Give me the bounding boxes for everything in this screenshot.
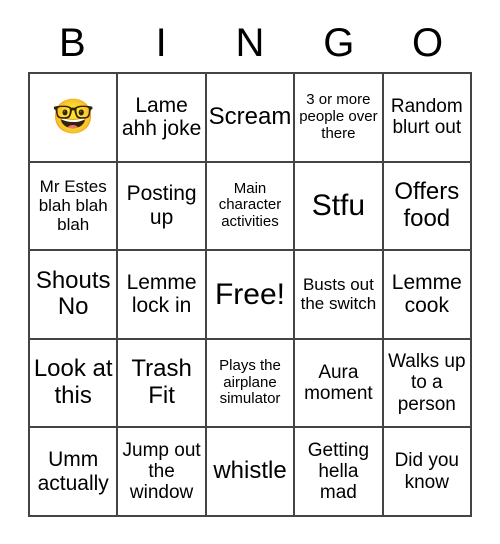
bingo-cell-label: Main character activities (218, 179, 282, 231)
bingo-cell[interactable]: Getting hella mad (295, 428, 384, 517)
bingo-cell[interactable]: Scream (206, 74, 296, 163)
bingo-free-cell[interactable]: Free! (206, 251, 296, 340)
bingo-cell[interactable]: Offers food (383, 162, 472, 252)
bingo-cell[interactable]: 3 or more people over there (295, 74, 384, 163)
bingo-cell-label: Jump out the window (122, 439, 201, 504)
bingo-cell[interactable]: Main character activities (206, 162, 296, 252)
bingo-cell-label: Did you know (394, 450, 459, 493)
bingo-cell[interactable]: Walks up to a person (383, 339, 472, 429)
bingo-header-letter-n: N (235, 21, 265, 65)
bingo-cell-label: Plays the airplane simulator (219, 356, 281, 408)
bingo-cell-label: Lame ahh joke (121, 93, 202, 141)
bingo-cell[interactable]: Umm actually (30, 428, 119, 517)
bingo-cell[interactable]: Did you know (383, 428, 472, 517)
bingo-cell[interactable]: Lame ahh joke (118, 74, 207, 163)
bingo-header-letter-b: B (59, 21, 86, 65)
bingo-cell[interactable]: Plays the airplane simulator (206, 339, 296, 429)
bingo-cell-label: Random blurt out (390, 96, 463, 139)
bingo-cell[interactable]: Aura moment (295, 339, 384, 429)
bingo-cell[interactable]: Trash Fit (118, 339, 207, 429)
bingo-card: B I N G O 🤓 Lame ahh joke Scream 3 or more peop… (28, 14, 472, 517)
bingo-cell-label: Shouts No (35, 266, 111, 321)
bingo-cell[interactable]: Jump out the window (118, 428, 207, 517)
nerd-face-emoji[interactable]: 🤓 (30, 74, 119, 163)
bingo-cell-label: whistle (213, 457, 287, 485)
bingo-cell[interactable]: Lemme cook (383, 251, 472, 340)
bingo-cell-label: Stfu (311, 189, 366, 223)
bingo-cell-label: Look at this (33, 355, 113, 410)
bingo-cell[interactable]: Mr Estes blah blah blah (30, 162, 119, 252)
bingo-cell[interactable]: Lemme lock in (118, 251, 207, 340)
bingo-grid: 🤓 Lame ahh joke Scream 3 or more people ove… (28, 72, 472, 517)
bingo-cell[interactable]: Busts out the switch (295, 251, 384, 340)
bingo-header-letter-i: I (155, 21, 167, 65)
bingo-cell-label: Scream (208, 102, 292, 130)
bingo-cell[interactable]: Shouts No (30, 251, 119, 340)
bingo-header-letter-o: O (412, 21, 444, 65)
bingo-cell[interactable]: Look at this (30, 339, 119, 429)
bingo-cell-label: Lemme lock in (126, 270, 197, 318)
bingo-cell-label: Busts out the switch (300, 275, 377, 314)
bingo-cell-label: Aura moment (304, 361, 373, 405)
bingo-cell-label: Umm actually (37, 448, 109, 495)
bingo-cell-label: Trash Fit (131, 355, 192, 410)
bingo-cell[interactable]: Random blurt out (383, 74, 472, 163)
bingo-cell[interactable]: Posting up (118, 162, 207, 252)
bingo-cell-label: Walks up to a person (388, 351, 466, 415)
bingo-cell-label: Offers food (394, 178, 460, 232)
bingo-cell-label: Posting up (126, 182, 197, 229)
bingo-header: BINGO (28, 14, 472, 72)
bingo-cell-label: Lemme cook (391, 270, 462, 318)
bingo-cell-label: Getting hella mad (307, 439, 370, 504)
bingo-cell-label: Mr Estes blah blah blah (38, 177, 108, 235)
bingo-cell-label: Free! (214, 277, 285, 311)
bingo-header-letter-g: G (323, 21, 355, 65)
bingo-cell[interactable]: Stfu (295, 162, 384, 252)
bingo-cell[interactable]: whistle (206, 428, 296, 517)
nerd-face-icon: 🤓 (52, 98, 95, 137)
bingo-cell-label: 3 or more people over there (299, 91, 378, 142)
